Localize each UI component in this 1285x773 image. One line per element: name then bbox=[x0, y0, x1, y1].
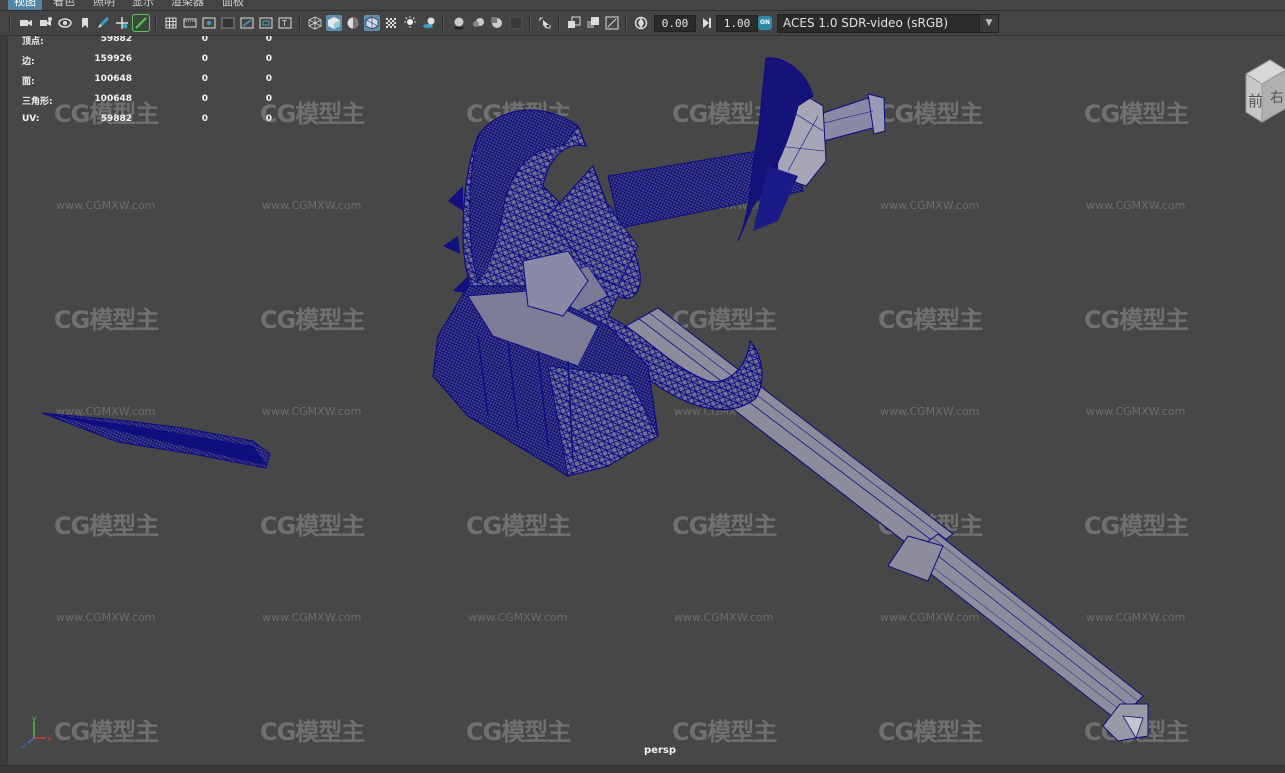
hud-value: 0 bbox=[201, 36, 208, 44]
isolate-select-icon[interactable] bbox=[537, 15, 553, 31]
view-transform-value: ACES 1.0 SDR-video (sRGB) bbox=[783, 16, 949, 30]
screen-space-ao-icon[interactable] bbox=[451, 15, 467, 31]
hud-value: 0 bbox=[201, 114, 208, 124]
maya-viewport-panel: 视图 着色 照明 显示 渲染器 面板 T 0.00 1.00 ON ACES 1… bbox=[0, 0, 1285, 773]
exposure-icon[interactable] bbox=[633, 15, 649, 31]
textured-icon[interactable] bbox=[383, 15, 399, 31]
viewcube[interactable]: 前 右 bbox=[1226, 56, 1285, 136]
wireframe-on-shaded-icon[interactable] bbox=[364, 15, 380, 31]
grid-icon[interactable] bbox=[163, 15, 179, 31]
shadows-icon[interactable] bbox=[421, 15, 437, 31]
axis-x-label: x bbox=[47, 734, 52, 743]
select-camera-icon[interactable] bbox=[18, 15, 34, 31]
hud-label: 顶点: bbox=[22, 37, 44, 47]
camera-name-label: persp bbox=[644, 745, 676, 756]
hud-label: 三角形: bbox=[22, 97, 53, 107]
hud-value: 59882 bbox=[100, 114, 132, 124]
hud-label: 边: bbox=[22, 57, 35, 67]
hud-value: 159926 bbox=[94, 54, 132, 64]
toolbar-separator bbox=[9, 16, 11, 30]
floating-blade-shard bbox=[41, 412, 271, 469]
toolbar-separator bbox=[442, 16, 444, 30]
menu-lighting[interactable]: 照明 bbox=[87, 0, 121, 10]
2d-pan-zoom-icon[interactable] bbox=[114, 15, 130, 31]
depth-of-field-icon[interactable] bbox=[508, 15, 524, 31]
hud-label: UV: bbox=[22, 114, 40, 124]
axis-z-label: z bbox=[22, 741, 26, 750]
motion-blur-icon[interactable] bbox=[470, 15, 486, 31]
xray-joints-icon[interactable] bbox=[585, 15, 601, 31]
field-chart-icon[interactable] bbox=[239, 15, 255, 31]
bookmark-icon[interactable] bbox=[57, 15, 73, 31]
exposure-field[interactable]: 0.00 bbox=[654, 15, 696, 32]
hud-value: 59882 bbox=[100, 36, 132, 44]
safe-action-icon[interactable] bbox=[258, 15, 274, 31]
panel-left-border bbox=[0, 36, 7, 773]
toolbar-separator bbox=[625, 16, 627, 30]
toolbar-separator bbox=[299, 16, 301, 30]
axe-grip bbox=[607, 90, 886, 229]
color-management-toggle[interactable]: ON bbox=[758, 16, 772, 30]
hud-value: 100648 bbox=[94, 94, 132, 104]
use-all-lights-icon[interactable] bbox=[402, 15, 418, 31]
panel-bottom-border bbox=[0, 765, 1285, 773]
toolbar-separator bbox=[558, 16, 560, 30]
hud-value: 0 bbox=[265, 114, 272, 124]
xray-active-components-icon[interactable] bbox=[604, 15, 620, 31]
hud-value: 0 bbox=[201, 74, 208, 84]
hud-value: 0 bbox=[265, 74, 272, 84]
camera-attributes-icon[interactable] bbox=[38, 15, 54, 31]
menu-panels[interactable]: 面板 bbox=[216, 0, 250, 10]
xray-icon[interactable] bbox=[566, 15, 582, 31]
hud-value: 0 bbox=[265, 94, 272, 104]
menu-show[interactable]: 显示 bbox=[126, 0, 160, 10]
axe-model-wireframe[interactable] bbox=[8, 36, 1285, 765]
resolution-gate-icon[interactable] bbox=[201, 15, 217, 31]
wireframe-icon[interactable] bbox=[307, 15, 323, 31]
hud-value: 100648 bbox=[94, 74, 132, 84]
pencil-icon[interactable] bbox=[132, 14, 150, 32]
film-gate-icon[interactable] bbox=[182, 15, 198, 31]
safe-title-icon[interactable]: T bbox=[277, 15, 293, 31]
hud-value: 0 bbox=[201, 94, 208, 104]
menu-view[interactable]: 视图 bbox=[8, 0, 42, 10]
menu-renderer[interactable]: 渲染器 bbox=[165, 0, 210, 10]
chevron-down-icon: ▼ bbox=[979, 15, 998, 32]
toolbar-separator bbox=[155, 16, 157, 30]
gate-mask-icon[interactable] bbox=[220, 15, 236, 31]
svg-text:T: T bbox=[281, 19, 287, 28]
axis-gizmo: y x z bbox=[22, 714, 52, 750]
hud-value: 0 bbox=[265, 36, 272, 44]
gamma-field[interactable]: 1.00 bbox=[716, 15, 758, 32]
image-plane-icon[interactable] bbox=[77, 15, 93, 31]
smooth-shade-icon[interactable] bbox=[326, 15, 342, 31]
gamma-icon[interactable] bbox=[698, 15, 714, 31]
handle-shaft bbox=[625, 307, 1149, 742]
hud-value: 0 bbox=[265, 54, 272, 64]
view-transform-dropdown[interactable]: ACES 1.0 SDR-video (sRGB) ▼ bbox=[777, 14, 999, 33]
3d-viewport[interactable]: CG模型主 CG模型主 CG模型主 CG模型主 CG模型主 CG模型主 CG模型主 CG模型主… bbox=[7, 36, 1285, 765]
menu-shading[interactable]: 着色 bbox=[47, 0, 81, 10]
hud-value: 0 bbox=[201, 54, 208, 64]
panel-menu-bar: 视图 着色 照明 显示 渲染器 面板 bbox=[0, 0, 1285, 11]
anti-aliasing-icon[interactable] bbox=[489, 15, 505, 31]
axis-y-label: y bbox=[32, 714, 37, 723]
viewcube-right-label: 右 bbox=[1270, 90, 1284, 106]
grease-pencil-icon[interactable] bbox=[95, 15, 111, 31]
default-material-icon[interactable] bbox=[345, 15, 361, 31]
toolbar-separator bbox=[529, 16, 531, 30]
viewcube-front-label: 前 bbox=[1248, 92, 1263, 110]
panel-toolbar: T 0.00 1.00 ON ACES 1.0 SDR-video (sRGB)… bbox=[0, 11, 1285, 36]
hud-label: 面: bbox=[22, 77, 35, 87]
